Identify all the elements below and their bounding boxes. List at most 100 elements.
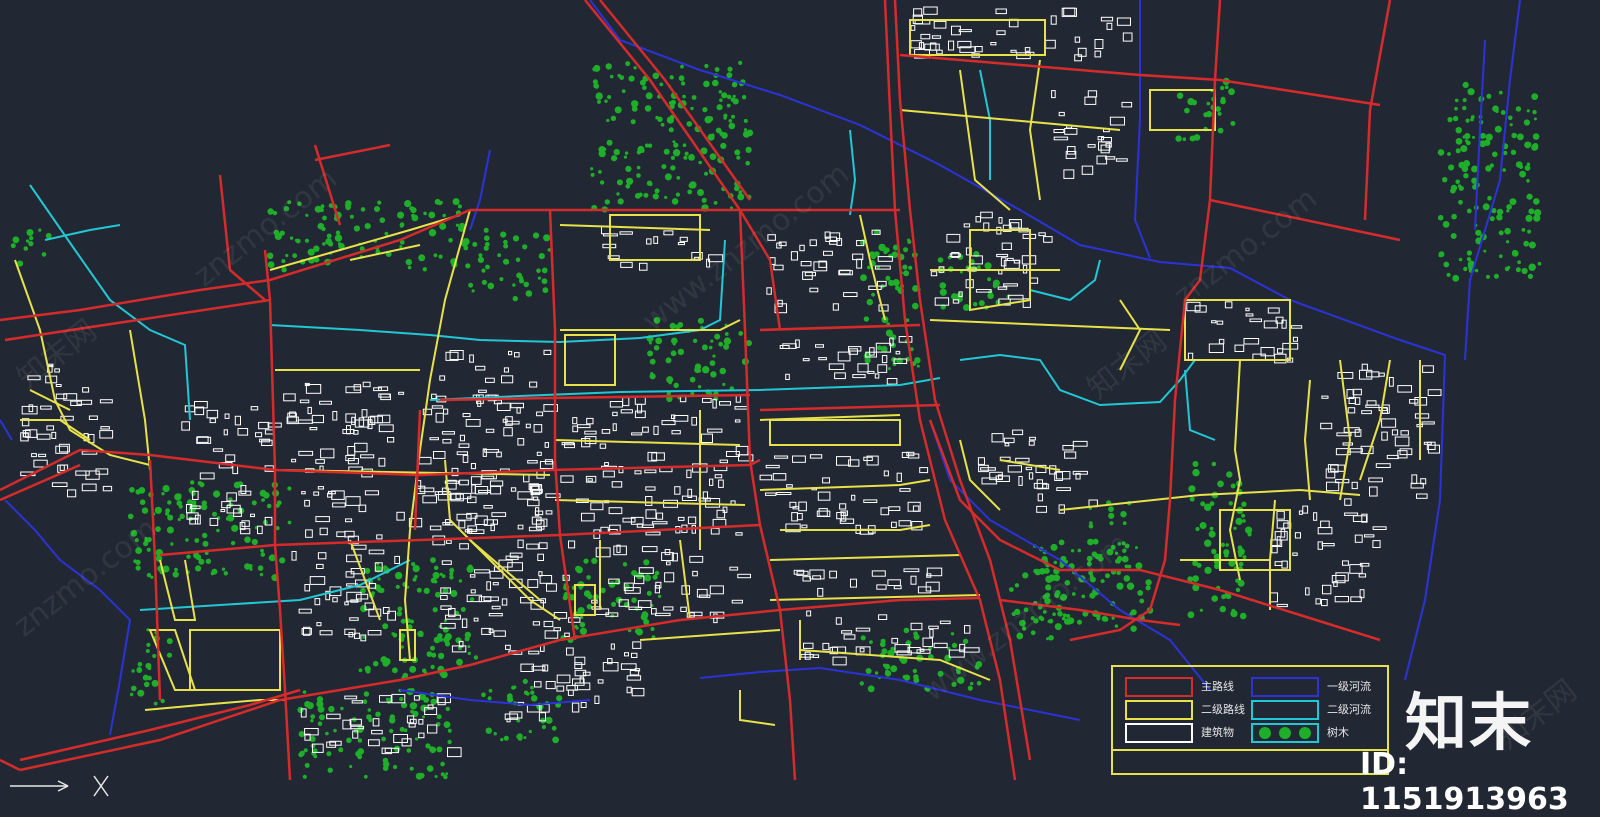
building-footprint — [680, 606, 687, 613]
tree-symbol — [433, 253, 438, 258]
building-footprint — [735, 532, 743, 536]
tree-symbol — [325, 238, 333, 245]
tree-symbol — [863, 316, 870, 322]
tree-symbol — [289, 236, 294, 240]
tree-symbol — [1217, 480, 1224, 488]
tree-symbol — [541, 724, 547, 730]
tree-symbol — [1465, 140, 1471, 146]
tree-symbol — [389, 728, 394, 734]
building-footprint — [661, 552, 674, 561]
tree-symbol — [1230, 483, 1236, 489]
tree-symbol — [357, 738, 363, 743]
tree-symbol — [1114, 624, 1119, 628]
tree-symbol — [418, 254, 426, 262]
building-footprint — [1245, 307, 1250, 312]
tree-symbol — [1238, 561, 1244, 567]
tree-symbol — [647, 350, 654, 357]
tree-symbol — [154, 506, 162, 514]
building-footprint — [1372, 526, 1387, 530]
building-footprint — [1012, 429, 1024, 436]
tree-symbol — [522, 678, 528, 685]
building-footprint — [534, 681, 542, 688]
building-footprint — [517, 524, 524, 530]
building-footprint — [1100, 144, 1110, 154]
tree-symbol — [530, 690, 535, 695]
building-footprint — [1313, 512, 1318, 521]
building-footprint — [639, 262, 648, 271]
tree-symbol — [1500, 110, 1506, 115]
building-footprint — [517, 438, 525, 446]
building-footprint — [584, 430, 597, 435]
tree-symbol — [177, 517, 181, 522]
tree-symbol — [190, 480, 195, 485]
building-footprint — [220, 509, 226, 513]
tree-symbol — [664, 173, 672, 181]
building-footprint — [538, 542, 548, 550]
tree-symbol — [639, 79, 646, 86]
tree-symbol — [1046, 637, 1049, 641]
building-footprint — [1063, 169, 1075, 179]
building-footprint — [1063, 7, 1076, 17]
building-footprint — [439, 375, 446, 381]
tree-symbol — [907, 239, 912, 244]
building-footprint — [785, 373, 790, 380]
building-footprint — [1317, 527, 1333, 535]
tree-symbol — [908, 265, 913, 270]
tree-symbol — [738, 331, 744, 336]
tree-symbol — [335, 230, 341, 235]
tree-symbol — [129, 692, 134, 697]
tree-symbol — [1126, 582, 1135, 590]
tree-symbol — [1499, 254, 1503, 258]
building-footprint — [1081, 165, 1094, 175]
building-footprint — [456, 513, 472, 521]
tree-symbol — [1219, 605, 1227, 613]
building-footprint — [378, 457, 386, 467]
building-footprint — [1400, 430, 1409, 436]
tree-symbol — [1437, 214, 1444, 221]
building-footprint — [1414, 413, 1430, 419]
tree-symbol — [1533, 198, 1540, 205]
tree-symbol — [712, 79, 719, 87]
building-footprint — [812, 654, 820, 659]
building-footprint — [478, 489, 491, 493]
tree-symbol — [636, 173, 641, 178]
tree-symbol — [631, 597, 637, 603]
building-footprint — [1361, 363, 1368, 371]
tree-symbol — [394, 571, 403, 580]
tree-symbol — [726, 103, 731, 108]
tree-symbol — [590, 172, 595, 177]
building-footprint — [974, 46, 983, 53]
tree-symbol — [1217, 127, 1224, 134]
building-footprint — [505, 644, 511, 650]
tree-symbol — [672, 342, 676, 346]
tree-symbol — [652, 574, 658, 580]
building-footprint — [701, 433, 713, 444]
tree-symbol — [669, 75, 674, 80]
tree-symbol — [616, 192, 620, 196]
tree-symbol — [364, 567, 371, 574]
building-footprint — [1064, 128, 1078, 135]
building-footprint — [801, 524, 808, 529]
building-footprint — [560, 475, 574, 483]
tree-symbol — [422, 715, 425, 719]
tree-symbol — [1474, 268, 1479, 273]
tree-symbol — [1242, 519, 1246, 523]
legend-label: 主路线 — [1201, 680, 1234, 693]
tree-symbol — [1130, 625, 1137, 632]
tree-symbol — [860, 274, 867, 282]
building-footprint — [475, 365, 486, 371]
tree-symbol — [984, 262, 992, 270]
tree-symbol — [666, 376, 674, 384]
building-footprint — [1045, 39, 1056, 49]
building-footprint — [536, 451, 542, 456]
tree-symbol — [161, 492, 165, 496]
tree-symbol — [460, 607, 466, 612]
building-footprint — [544, 442, 549, 448]
tree-symbol — [1462, 98, 1467, 103]
building-footprint — [696, 588, 708, 598]
building-footprint — [1087, 144, 1096, 148]
tree-symbol — [362, 635, 366, 639]
tree-symbol — [1494, 125, 1502, 133]
tree-symbol — [325, 731, 329, 736]
tree-symbol — [1239, 612, 1247, 620]
